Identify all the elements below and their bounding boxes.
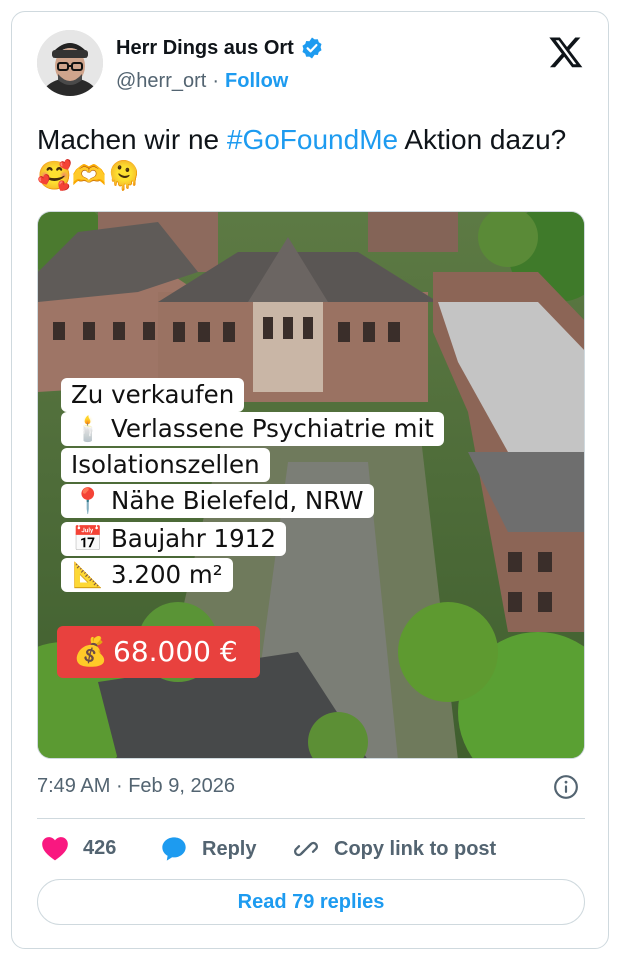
read-replies-button[interactable]: Read 79 replies [37, 879, 585, 925]
action-bar: 426 Reply Copy link to post [12, 835, 610, 867]
tweet-text: Machen wir ne #GoFoundMe Aktion dazu? 🥰🫶… [37, 122, 577, 194]
link-icon [294, 841, 318, 857]
timestamp-time[interactable]: 7:49 AM [37, 775, 110, 797]
follow-button[interactable]: Follow [225, 70, 288, 93]
reply-label: Reply [202, 837, 257, 860]
overlay-line-3-text: Isolationszellen [71, 450, 260, 479]
pin-icon: 📍 [72, 486, 104, 515]
author-handle[interactable]: @herr_ort [116, 70, 206, 93]
timestamp-date[interactable]: Feb 9, 2026 [128, 775, 235, 797]
price-text: 68.000 € [113, 635, 238, 668]
overlay-line-1: Zu verkaufen [61, 378, 245, 412]
timestamp-separator: · [115, 775, 123, 797]
overlay-line-4-text: Nähe Bielefeld, NRW [111, 486, 364, 515]
divider [37, 818, 585, 819]
handle-row: @herr_ort · Follow [116, 70, 288, 93]
price-tag: 💰 68.000 € [57, 626, 260, 678]
tweet-text-start: Machen wir ne [37, 124, 227, 155]
heart-icon [42, 837, 68, 861]
candle-icon: 🕯️ [72, 414, 104, 443]
overlay-line-1-text: Zu verkaufen [71, 380, 235, 409]
tweet-card: Herr Dings aus Ort @herr_ort · Follow Ma… [11, 11, 609, 949]
like-button[interactable]: 426 [41, 835, 116, 861]
x-logo-icon[interactable] [548, 34, 584, 70]
overlay-line-6-text: 3.200 m² [111, 560, 223, 589]
verified-badge-icon [302, 37, 322, 59]
reply-button[interactable]: Reply [160, 835, 256, 863]
overlay-line-5-text: Baujahr 1912 [111, 524, 276, 553]
overlay-line-3: Isolationszellen [61, 448, 270, 482]
copy-link-button[interactable]: Copy link to post [292, 835, 496, 863]
overlay-line-2: 🕯️ Verlassene Psychiatrie mit [61, 412, 444, 446]
money-bag-icon: 💰 [73, 635, 108, 668]
handle-separator: · [212, 70, 220, 92]
overlay-line-4: 📍 Nähe Bielefeld, NRW [61, 484, 374, 518]
like-count: 426 [83, 836, 117, 859]
calendar-icon: 📅 [72, 524, 104, 553]
reply-bubble-icon [162, 837, 186, 861]
overlay-line-5: 📅 Baujahr 1912 [61, 522, 286, 556]
tweet-image[interactable]: Zu verkaufen 🕯️ Verlassene Psychiatrie mi… [37, 211, 585, 759]
avatar[interactable] [37, 30, 103, 96]
triangle-ruler-icon: 📐 [72, 560, 104, 589]
overlay-line-6: 📐 3.200 m² [61, 558, 233, 592]
overlay-line-2-text: Verlassene Psychiatrie mit [111, 414, 434, 443]
timestamp[interactable]: 7:49 AM · Feb 9, 2026 [37, 775, 235, 798]
info-icon[interactable] [553, 774, 579, 800]
author-name[interactable]: Herr Dings aus Ort [116, 36, 324, 60]
hashtag-link[interactable]: #GoFoundMe [227, 124, 398, 155]
author-name-text[interactable]: Herr Dings aus Ort [116, 37, 294, 60]
copy-link-label: Copy link to post [334, 837, 497, 860]
